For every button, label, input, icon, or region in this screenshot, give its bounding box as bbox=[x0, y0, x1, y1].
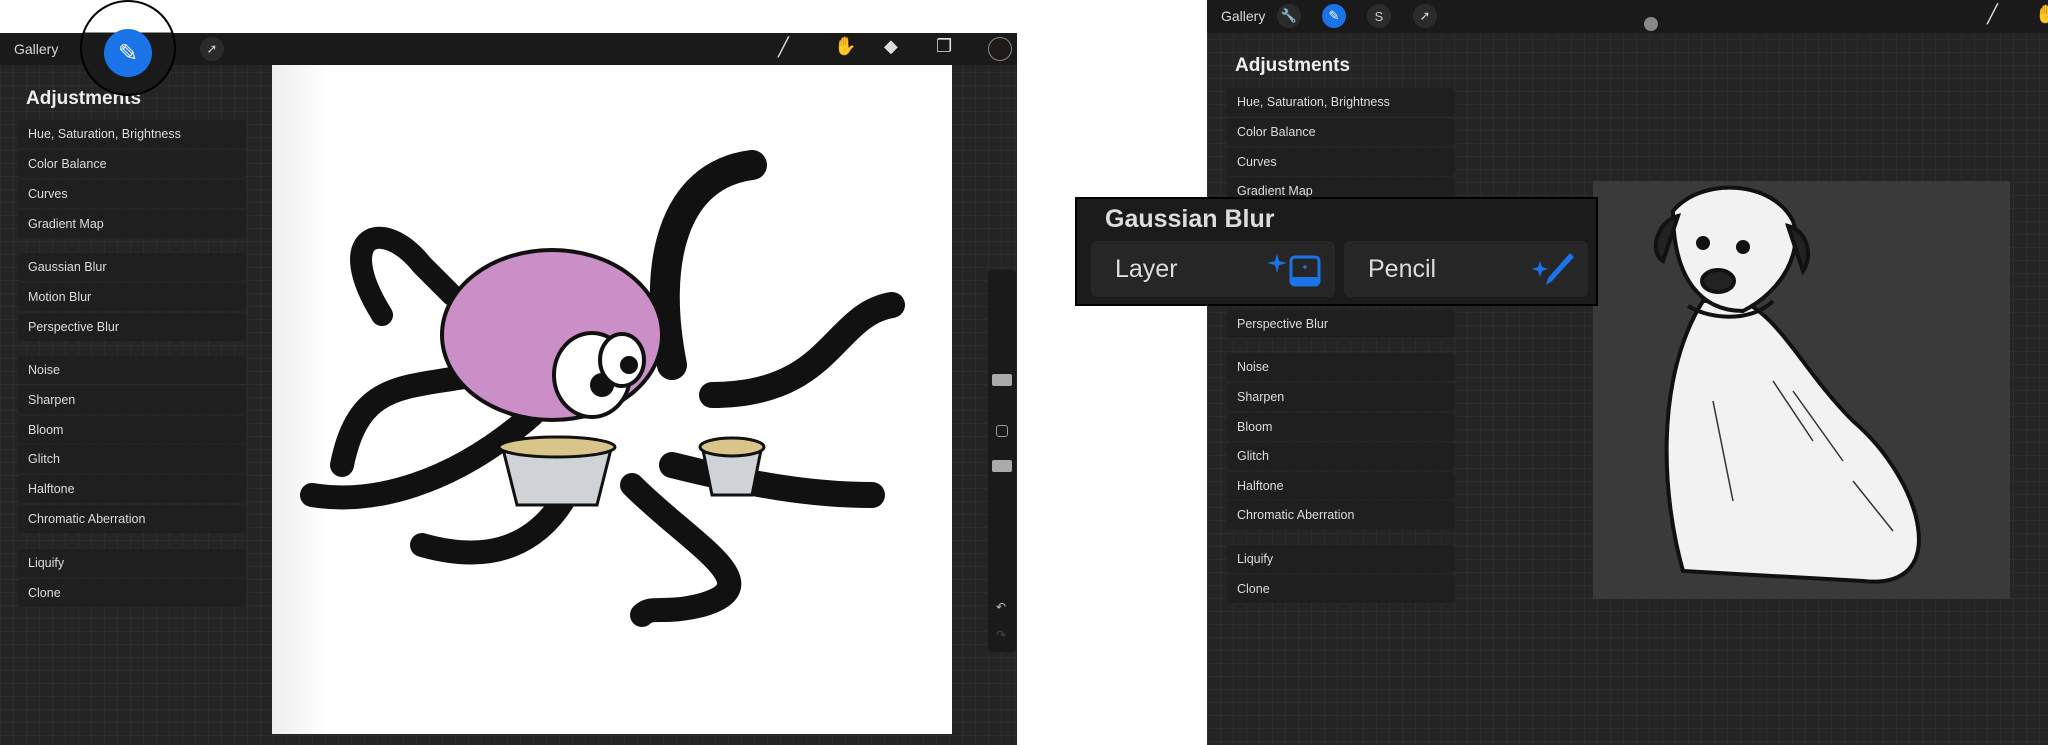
menu-item[interactable]: Liquify bbox=[18, 549, 246, 577]
menu-item[interactable]: Hue, Saturation, Brightness bbox=[18, 120, 246, 148]
menu-item[interactable]: Curves bbox=[18, 180, 246, 208]
right-screen: Gallery 🔧 ✎ S ➚ ╱ ✋ Adjustments Hue, Sat… bbox=[1207, 0, 2048, 745]
menu-item[interactable]: Halftone bbox=[1227, 472, 1455, 500]
menu-item[interactable]: Noise bbox=[1227, 353, 1455, 381]
adjustments-icon[interactable]: ✎ bbox=[104, 29, 152, 77]
handle-dot[interactable] bbox=[1644, 17, 1658, 31]
eraser-icon[interactable]: ◆ bbox=[884, 36, 898, 57]
drawing-canvas[interactable] bbox=[272, 65, 952, 734]
magnified-adjustments-button: ✎ bbox=[80, 0, 176, 96]
menu-item[interactable]: Sharpen bbox=[18, 386, 246, 414]
color-icon[interactable] bbox=[988, 37, 1012, 61]
menu-item[interactable]: Gaussian Blur bbox=[18, 253, 246, 281]
layers-icon[interactable]: ❐ bbox=[936, 36, 952, 57]
adjustments-menu: Adjustments Hue, Saturation, Brightness … bbox=[18, 33, 246, 633]
brush-icon[interactable]: ╱ bbox=[778, 37, 789, 58]
brush-size-opacity-slider[interactable]: ↶ ↷ bbox=[988, 270, 1016, 652]
pencil-option-button[interactable]: Pencil bbox=[1344, 241, 1588, 297]
menu-item[interactable]: Halftone bbox=[18, 475, 246, 503]
left-screen: Gallery ➚ ╱ ✋ ◆ ❐ Adjustments Hue, Satur… bbox=[0, 33, 1017, 745]
redo-icon[interactable]: ↷ bbox=[996, 628, 1006, 642]
layer-sparkle-icon bbox=[1267, 253, 1321, 287]
menu-item[interactable]: Sharpen bbox=[1227, 383, 1455, 411]
adjustments-title: Adjustments bbox=[1235, 55, 1351, 76]
pencil-sparkle-icon bbox=[1532, 253, 1574, 285]
octopus-illustration bbox=[300, 150, 905, 627]
brush-icon[interactable]: ╱ bbox=[1987, 4, 1998, 25]
modify-button[interactable] bbox=[996, 425, 1008, 437]
opacity-slider-handle[interactable] bbox=[992, 460, 1012, 472]
gaussian-blur-popup: Gaussian Blur Layer Pencil bbox=[1075, 197, 1598, 306]
menu-item[interactable]: Glitch bbox=[18, 445, 246, 473]
menu-item[interactable]: Chromatic Aberration bbox=[1227, 501, 1455, 529]
menu-item[interactable]: Glitch bbox=[1227, 442, 1455, 470]
size-slider-handle[interactable] bbox=[992, 374, 1012, 386]
smudge-icon[interactable]: ✋ bbox=[2035, 4, 2048, 25]
dog-illustration bbox=[1653, 185, 1921, 584]
menu-item[interactable]: Perspective Blur bbox=[18, 313, 246, 341]
menu-item[interactable]: Chromatic Aberration bbox=[18, 505, 246, 533]
popup-title: Gaussian Blur bbox=[1105, 205, 1275, 233]
menu-item[interactable]: Hue, Saturation, Brightness bbox=[1227, 88, 1455, 116]
menu-item[interactable]: Gradient Map bbox=[18, 210, 246, 238]
undo-icon[interactable]: ↶ bbox=[996, 600, 1006, 614]
menu-item[interactable]: Clone bbox=[1227, 575, 1455, 603]
menu-item[interactable]: Liquify bbox=[1227, 545, 1455, 573]
menu-item[interactable]: Bloom bbox=[1227, 413, 1455, 441]
menu-item[interactable]: Clone bbox=[18, 579, 246, 607]
menu-item[interactable]: Color Balance bbox=[1227, 118, 1455, 146]
menu-item[interactable]: Noise bbox=[18, 356, 246, 384]
layer-option-label: Layer bbox=[1115, 255, 1178, 283]
menu-item[interactable]: Motion Blur bbox=[18, 283, 246, 311]
menu-item[interactable]: Perspective Blur bbox=[1227, 310, 1455, 338]
smudge-icon[interactable]: ✋ bbox=[834, 36, 856, 57]
menu-item[interactable]: Bloom bbox=[18, 416, 246, 444]
menu-item[interactable]: Curves bbox=[1227, 148, 1455, 176]
drawing-canvas[interactable] bbox=[1593, 181, 2010, 599]
layer-option-button[interactable]: Layer bbox=[1091, 241, 1335, 297]
pencil-option-label: Pencil bbox=[1368, 255, 1437, 283]
menu-item[interactable]: Color Balance bbox=[18, 150, 246, 178]
